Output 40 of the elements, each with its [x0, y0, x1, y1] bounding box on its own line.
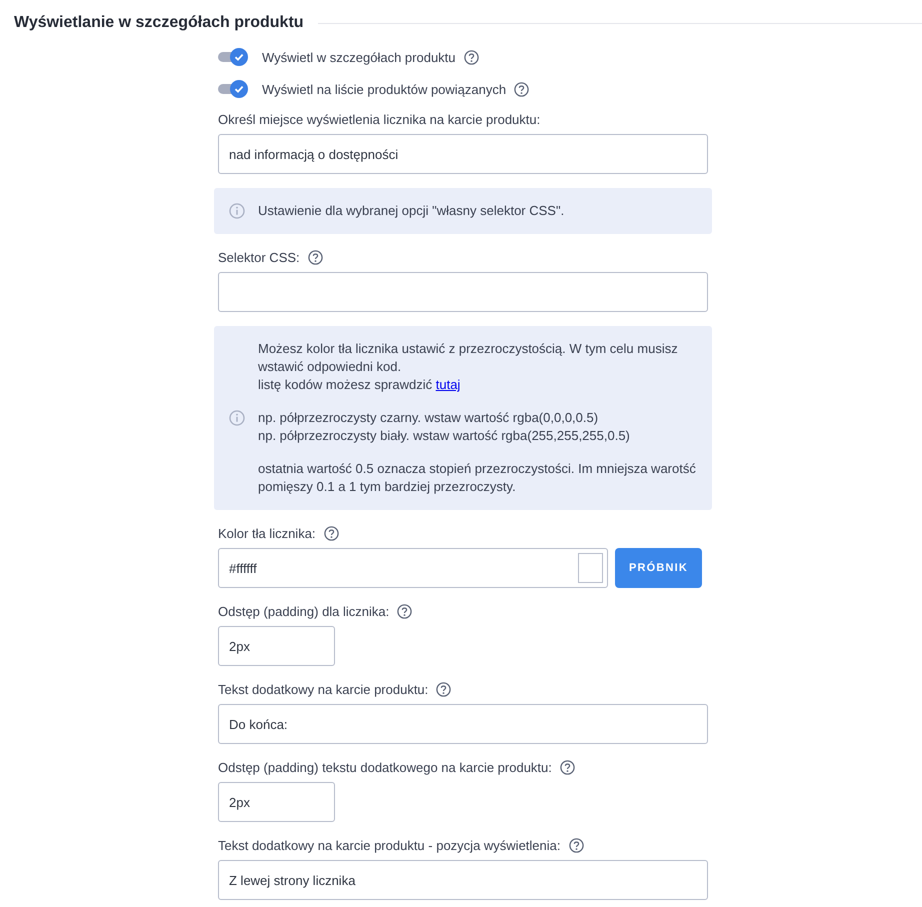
info-text: np. półprzezroczysty czarny. wstaw wartość rgba(0,0,0,0.5) [258, 409, 600, 427]
link[interactable]: tutaj [436, 377, 460, 392]
help-icon[interactable] [560, 760, 575, 774]
info-icon [229, 203, 245, 219]
toggle-switch[interactable] [218, 80, 248, 98]
help-icon[interactable] [568, 838, 584, 852]
picker-button[interactable]: PRÓBNIK [615, 548, 702, 588]
info-text: Możesz kolor tła licznika ustawić z przezroczystością. W tym celu musisz wstawić odpowiedni kod. [258, 340, 679, 376]
info-text: np. półprzezroczysty biały. wstaw wartość rgba(255,255,255,0.5) [258, 427, 631, 445]
toggle-label: Wyświetl na liście produktów powiązanych [262, 82, 506, 96]
input-field[interactable] [218, 272, 708, 312]
info-icon [229, 410, 245, 426]
section-title: Wyświetlanie w szczegółach produktu [14, 14, 304, 32]
color-swatch[interactable] [578, 553, 603, 583]
field-label: Określ miejsce wyświetlenia licznika na karcie produktu: [218, 112, 540, 126]
color-input-field[interactable]: #ffffff [218, 548, 608, 588]
help-icon[interactable] [308, 250, 323, 264]
help-icon[interactable] [324, 526, 339, 540]
info-text: listę kodów możesz sprawdzić tutaj [258, 376, 462, 394]
field-label: Tekst dodatkowy na karcie produktu - pozycja wyświetlenia: [218, 838, 560, 852]
field-label: Odstęp (padding) tekstu dodatkowego na karcie produktu: [218, 760, 552, 774]
field-label: Kolor tła licznika: [218, 526, 316, 540]
check-icon [234, 52, 244, 62]
input-field[interactable]: Z lewej strony licznika [218, 860, 708, 900]
help-icon[interactable] [514, 82, 530, 96]
check-icon [234, 84, 244, 94]
toggle-switch[interactable] [218, 48, 248, 66]
info-text: Ustawienie dla wybranej opcji "własny selektor CSS". [258, 202, 566, 220]
info-text: ostatnia wartość 0.5 oznacza stopień przezroczystości. Im mniejsza warotść pomięszy 0.1 a 1 tym bardziej przezroczysty. [258, 460, 697, 496]
field-label: Tekst dodatkowy na karcie produktu: [218, 682, 428, 696]
field-label: Odstęp (padding) dla licznika: [218, 604, 390, 618]
help-icon[interactable] [436, 682, 452, 696]
field-label: Selektor CSS: [218, 250, 300, 264]
input-field[interactable]: 2px [218, 626, 335, 666]
help-icon[interactable] [464, 50, 479, 64]
input-field[interactable]: 2px [218, 782, 335, 822]
input-field[interactable]: Do końca: [218, 704, 708, 744]
help-icon[interactable] [397, 604, 412, 618]
input-field[interactable]: nad informacją o dostępności [218, 134, 708, 174]
toggle-label: Wyświetl w szczegółach produktu [262, 50, 456, 64]
